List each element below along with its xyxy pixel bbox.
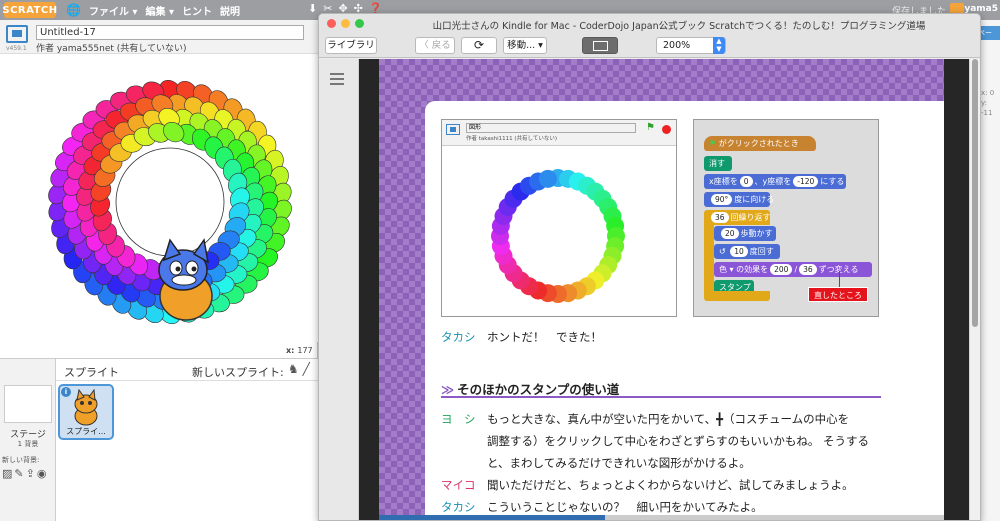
book-project-author: 作者 takashi1111 (共有していない) [466,136,557,142]
repeat-block: 36 回繰り返す [704,210,771,225]
minimize-window-icon[interactable] [341,19,350,28]
color-circle-drawing [491,169,625,303]
zoom-select[interactable]: 200% ▲ ▼ [656,37,726,54]
heading-rule [441,396,881,398]
turn-degrees-block: ↺ 10 度回す [714,244,780,259]
sprite-library-icon[interactable]: ♞ [288,362,299,376]
menu-file[interactable]: ファイル ▾ [89,3,138,18]
scratch-left-column: v459.1 Untitled-17 作者 yama555net (共有していな… [0,20,318,521]
single-page-view-icon[interactable] [582,37,618,54]
stage-pane: ステージ 1 背景 新しい背景: ▨✎⇪◉ [0,359,56,521]
cat-sprite-icon [158,238,213,321]
menu-edit[interactable]: 編集 ▾ [145,3,174,18]
reading-progress-fill [379,515,605,520]
sprite-name: スプライ... [66,427,106,436]
speaker-takashi: タカシ [441,330,476,344]
kindle-toolbar: ライブラリ 〈 戻る ⟳ 移動... ▾ 200% ▲ ▼ [319,34,980,58]
new-backdrop-tools: ▨✎⇪◉ [2,467,48,480]
repeat-block-end [704,291,770,301]
kindle-reading-area: 図形 作者 takashi1111 (共有していない) ⚑ ⚑ がクリックされた… [359,59,969,520]
new-sprite-tools: ♞ ╱ [288,362,310,376]
upload-icon[interactable]: ⇪ [26,467,37,480]
point-direction-block: 90° 度に向ける [704,192,774,207]
stamp-ring-drawing [48,79,292,325]
change-effect-block: 色 ▾ の効果を 200/36 ずつ変える [714,262,872,277]
menu-tips[interactable]: ヒント [182,3,212,18]
zoom-stepper-icon[interactable]: ▲ ▼ [713,37,725,54]
dialogue-line: ホントだ！ できた！ [487,330,602,344]
reading-progress-bar[interactable] [379,515,944,520]
stop-icon [662,125,671,134]
goto-button[interactable]: 移動... ▾ [503,37,547,54]
stage-thumbnail[interactable] [4,385,52,423]
move-steps-block: 20 歩動かす [714,226,776,241]
dialogue-line: もっと大きな、真ん中が空いた円をかいて、╋（コスチュームの中心を [487,412,850,426]
new-backdrop-label: 新しい背景: [2,456,40,464]
repeat-block-arm [704,225,714,291]
fixed-note-label: 直したところ [808,287,868,302]
sprites-pane: ステージ 1 背景 新しい背景: ▨✎⇪◉ スプライト 新しいスプライト: ♞ … [0,358,318,521]
speaker-yoshi: ヨ シ [441,412,476,426]
sprites-title: スプライト [64,366,119,379]
dialogue-line: と、まわしてみるだけできれいな図形がかけるよ。 [487,456,751,470]
dialogue-line: 調整する）をクリックして中心をわざとずらすのもいいかもね。 そうする [487,434,870,448]
library-button[interactable]: ライブラリ [325,37,377,54]
book-project-title: 図形 [466,123,636,133]
goto-xy-block: x座標を 0 、y座標を -120 にする [704,174,846,189]
when-flag-clicked-block: ⚑ がクリックされたとき [704,136,816,151]
cat-thumbnail-icon [74,388,98,426]
clear-block: 消す [704,156,732,171]
share-button[interactable]: ペー [978,26,1000,40]
brush-icon[interactable]: ✎ [14,467,25,480]
refresh-icon[interactable]: ⟳ [461,37,497,54]
stage-size-icon[interactable] [6,25,28,43]
page-content: 図形 作者 takashi1111 (共有していない) ⚑ ⚑ がクリックされた… [425,101,944,520]
kindle-window: 山口光士さんの Kindle for Mac - CoderDojo Japan… [318,13,981,521]
scratch-right-edge: ペー x: 0 y: -11 [978,20,1000,521]
sprites-header: スプライト 新しいスプライト: ♞ ╱ [56,359,318,381]
sprite-coords: x: 0 y: -11 [981,89,995,117]
image-icon[interactable]: ▨ [2,467,14,480]
rotate-left-icon: ↺ [719,247,729,256]
stage-header: v459.1 Untitled-17 作者 yama555net (共有していな… [0,20,318,54]
stage-size-icon [446,124,460,135]
table-of-contents-icon[interactable] [330,73,346,85]
desktop: SCRATCH 🌐 ファイル ▾ 編集 ▾ ヒント 説明 ⬇ ✂ ✥ ✣ ❓ 保… [0,0,1000,521]
menu-about[interactable]: 説明 [220,3,240,18]
back-button[interactable]: 〈 戻る [415,37,455,54]
backdrop-count: 1 背景 [17,440,39,448]
mouse-coordinates: x: 177 [286,346,313,355]
book-stage-screenshot: 図形 作者 takashi1111 (共有していない) ⚑ [441,119,677,317]
book-stage-header: 図形 作者 takashi1111 (共有していない) ⚑ [442,120,676,146]
project-title-input[interactable]: Untitled-17 [36,25,304,40]
book-script-screenshot: ⚑ がクリックされたとき 消す x座標を 0 、y座標を -120 にする 90° 度に向… [693,119,879,317]
chevron-right-icon: ≫ [441,382,455,397]
project-author: 作者 yama555net (共有していない) [36,44,187,54]
book-page: 図形 作者 takashi1111 (共有していない) ⚑ ⚑ がクリックされた… [379,59,944,520]
annotation-line [839,271,840,287]
stage-canvas[interactable] [0,54,318,342]
speaker-takashi: タカシ [441,500,476,514]
dialogue-line: こういうことじゃないの？ 細い円をかいてみたよ。 [487,500,763,514]
page-scrollbar[interactable] [969,59,980,520]
camera-icon[interactable]: ◉ [37,467,49,480]
sprite-thumbnail[interactable]: i スプライ... [58,384,114,440]
scrollbar-thumb[interactable] [972,59,978,327]
close-window-icon[interactable] [327,19,336,28]
version-label: v459.1 [6,45,27,52]
paint-icon[interactable]: ╱ [303,362,310,376]
kindle-window-title: 山口光士さんの Kindle for Mac - CoderDojo Japan… [432,21,926,32]
new-sprite-label: 新しいスプライト: [192,366,284,379]
green-flag-icon: ⚑ [709,139,719,148]
dialogue-line: 聞いただけだと、ちょっとよくわからないけど、試してみましょうよ。 [487,478,854,492]
speaker-maiko: マイコ [441,478,476,492]
duplicate-icon[interactable]: ⬇ [308,2,317,15]
zoom-window-icon[interactable] [355,19,364,28]
globe-icon[interactable]: 🌐 [66,3,81,17]
scratch-logo[interactable]: SCRATCH [2,2,57,18]
green-flag-icon: ⚑ [646,122,655,133]
kindle-titlebar: 山口光士さんの Kindle for Mac - CoderDojo Japan… [319,14,980,34]
kindle-sidebar [319,59,359,520]
